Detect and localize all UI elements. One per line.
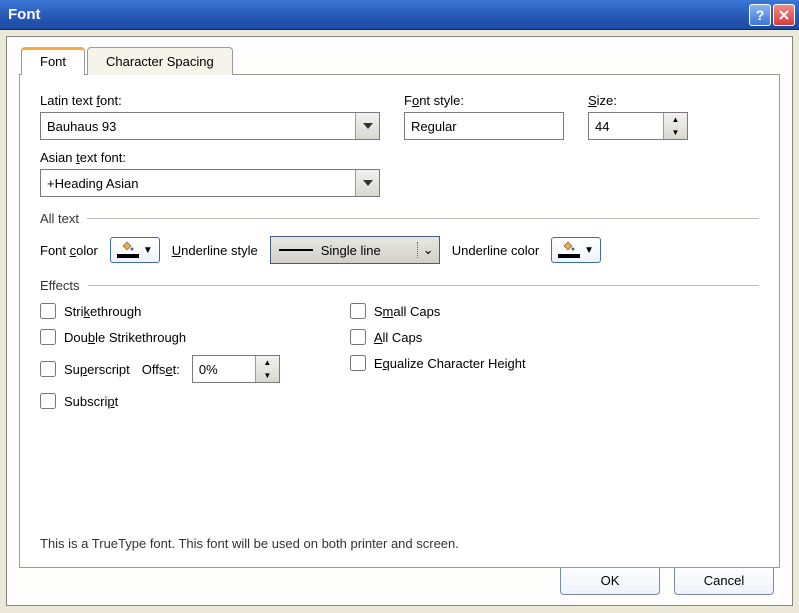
subscript-label: Subscript (64, 394, 118, 409)
tab-bar: Font Character Spacing (21, 47, 792, 75)
asian-font-combo[interactable] (40, 169, 380, 197)
chevron-down-icon: ▼ (584, 245, 594, 256)
double-strikethrough-checkbox[interactable]: Double Strikethrough (40, 329, 280, 345)
font-info-text: This is a TrueType font. This font will … (40, 536, 459, 551)
superscript-checkbox[interactable]: Superscript (40, 361, 130, 377)
cancel-button[interactable]: Cancel (674, 565, 774, 595)
font-color-button[interactable]: ▼ (110, 237, 160, 263)
latin-font-combo[interactable] (40, 112, 380, 140)
all-caps-label: All Caps (374, 330, 422, 345)
latin-font-input[interactable] (41, 113, 355, 139)
font-color-label: Font color (40, 243, 98, 258)
chevron-down-icon: ▼ (143, 245, 153, 256)
chevron-down-icon[interactable]: ⌄ (417, 242, 439, 258)
tab-character-spacing[interactable]: Character Spacing (87, 47, 233, 75)
underline-color-button[interactable]: ▼ (551, 237, 601, 263)
small-caps-checkbox[interactable]: Small Caps (350, 303, 526, 319)
asian-font-input[interactable] (41, 170, 355, 196)
offset-spin-buttons[interactable]: ▲▼ (255, 356, 279, 382)
underline-style-combo[interactable]: Single line ⌄ (270, 236, 440, 264)
paint-bucket-icon (117, 242, 139, 258)
double-strike-label: Double Strikethrough (64, 330, 186, 345)
tab-font-label: Font (40, 54, 66, 69)
tab-font[interactable]: Font (21, 47, 85, 75)
divider (88, 285, 759, 286)
equalize-label: Equalize Character Height (374, 356, 526, 371)
offset-input[interactable] (193, 356, 255, 382)
chevron-down-icon[interactable] (355, 113, 379, 139)
font-style-combo[interactable] (404, 112, 564, 140)
ok-button[interactable]: OK (560, 565, 660, 595)
tab-spacing-label: Character Spacing (106, 54, 214, 69)
all-caps-checkbox[interactable]: All Caps (350, 329, 526, 345)
underline-color-label: Underline color (452, 243, 539, 258)
close-button[interactable] (773, 4, 795, 26)
strikethrough-checkbox[interactable]: Strikethrough (40, 303, 280, 319)
superscript-label: Superscript (64, 362, 130, 377)
cancel-label: Cancel (704, 573, 744, 588)
equalize-checkbox[interactable]: Equalize Character Height (350, 355, 526, 371)
help-button[interactable]: ? (749, 4, 771, 26)
window-title: Font (8, 6, 747, 23)
size-spin-buttons[interactable]: ▲▼ (663, 113, 687, 139)
size-input[interactable] (589, 113, 663, 139)
close-icon (778, 9, 790, 21)
size-spinner[interactable]: ▲▼ (588, 112, 688, 140)
small-caps-label: Small Caps (374, 304, 440, 319)
divider (87, 218, 759, 219)
underline-style-label: Underline style (172, 243, 258, 258)
titlebar: Font ? (0, 0, 799, 30)
font-style-label: Font style: (404, 93, 564, 108)
effects-section-label: Effects (40, 278, 80, 293)
tab-panel-font: Latin text font: Font style: Size: ▲▼ (19, 74, 780, 568)
offset-spinner[interactable]: ▲▼ (192, 355, 280, 383)
font-style-input[interactable] (405, 113, 593, 139)
asian-font-label: Asian text font: (40, 150, 380, 165)
ok-label: OK (601, 573, 620, 588)
paint-bucket-icon (558, 242, 580, 258)
subscript-checkbox[interactable]: Subscript (40, 393, 280, 409)
underline-style-value: Single line (321, 243, 417, 258)
latin-font-label: Latin text font: (40, 93, 380, 108)
line-sample-icon (279, 249, 313, 251)
all-text-section-label: All text (40, 211, 79, 226)
size-label: Size: (588, 93, 688, 108)
strikethrough-label: Strikethrough (64, 304, 141, 319)
offset-label: Offset: (142, 362, 180, 377)
chevron-down-icon[interactable] (355, 170, 379, 196)
